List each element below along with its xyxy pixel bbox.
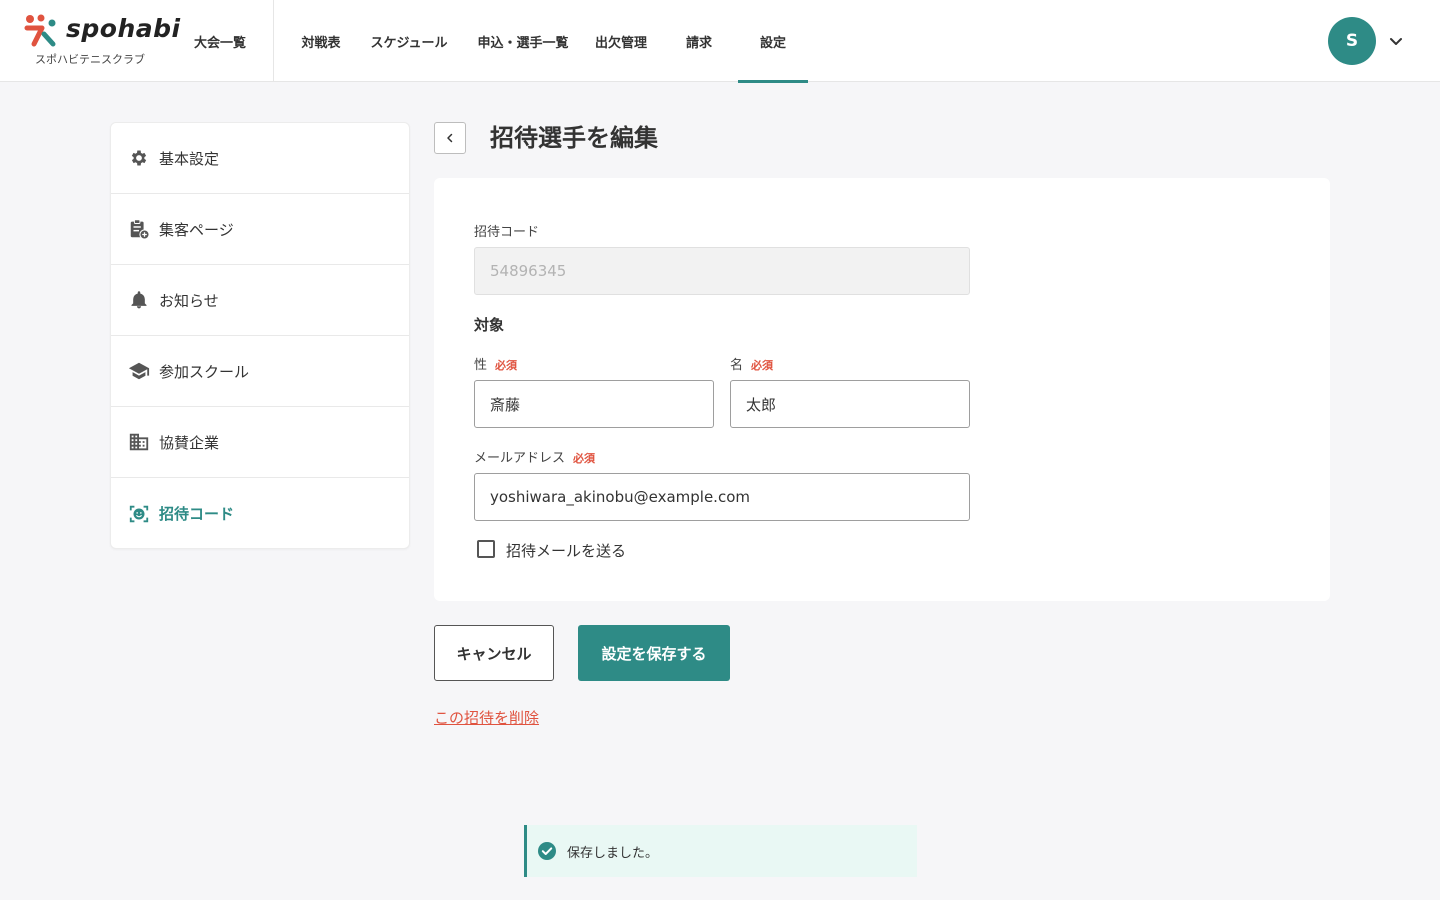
required-badge: 必須 — [495, 359, 518, 372]
cancel-button[interactable]: キャンセル — [434, 625, 554, 681]
sidebar-item-sponsors[interactable]: 協賛企業 — [111, 407, 409, 478]
clipboard-add-icon — [128, 218, 150, 240]
sidebar-item-label: 招待コード — [159, 505, 235, 523]
sidebar-item-label: 基本設定 — [159, 149, 220, 168]
delete-invite-link[interactable]: この招待を削除 — [434, 707, 539, 728]
sidebar-item-invite-code[interactable]: 招待コード — [111, 478, 409, 549]
nav-item-attendance[interactable]: 出欠管理 — [582, 0, 660, 82]
invite-code-label: 招待コード — [474, 225, 540, 240]
bell-icon — [128, 289, 150, 311]
last-name-label: 性必須 — [474, 354, 517, 373]
page-title: 招待選手を編集 — [490, 124, 658, 152]
edit-invite-form: 招待コード 54896345 対象 性必須 斎藤 名必須 太郎 メールアドレス必… — [434, 178, 1330, 601]
nav-item-billing[interactable]: 請求 — [660, 0, 738, 82]
invite-code-field: 54896345 — [474, 247, 970, 295]
building-icon — [128, 431, 150, 453]
logo-text: spohabi — [66, 14, 181, 43]
nav-item-bracket[interactable]: 対戦表 — [288, 0, 354, 82]
last-name-field[interactable]: 斎藤 — [474, 380, 714, 428]
club-name: スポハビテニスクラブ — [35, 53, 145, 66]
target-heading: 対象 — [474, 316, 505, 334]
avatar[interactable]: S — [1328, 17, 1376, 65]
first-name-field[interactable]: 太郎 — [730, 380, 970, 428]
email-label: メールアドレス 必須 — [474, 447, 595, 466]
sidebar-item-schools[interactable]: 参加スクール — [111, 336, 409, 407]
sidebar-item-label: 協賛企業 — [159, 433, 220, 452]
nav-item-entries[interactable]: 申込・選手一覧 — [464, 0, 582, 82]
first-name-label-text: 名 — [730, 358, 744, 373]
chevron-left-icon — [447, 133, 453, 143]
sidebar-item-landing-page[interactable]: 集客ページ — [111, 194, 409, 265]
logo-mark-icon — [24, 14, 56, 47]
logo[interactable]: spohabi スポハビテニスクラブ — [24, 14, 180, 70]
required-badge: 必須 — [751, 359, 774, 372]
sidebar-item-notices[interactable]: お知らせ — [111, 265, 409, 336]
face-scan-icon — [128, 503, 150, 525]
nav-item-tournaments[interactable]: 大会一覧 — [186, 0, 274, 82]
chevron-down-icon[interactable] — [1388, 33, 1404, 49]
send-mail-checkbox[interactable] — [477, 540, 495, 558]
gear-icon — [128, 147, 150, 169]
send-mail-label[interactable]: 招待メールを送る — [506, 540, 626, 561]
graduation-cap-icon — [128, 360, 150, 382]
settings-sidebar: 基本設定 集客ページ お知らせ 参加スクール 協賛企業 招待コード — [110, 122, 410, 549]
nav-item-settings[interactable]: 設定 — [738, 0, 808, 83]
toast-message: 保存しました。 — [567, 845, 659, 861]
save-button[interactable]: 設定を保存する — [578, 625, 730, 681]
check-circle-icon — [538, 842, 556, 860]
top-header: spohabi スポハビテニスクラブ 大会一覧 対戦表 スケジュール 申込・選手… — [0, 0, 1440, 83]
email-label-text: メールアドレス — [474, 451, 566, 466]
sidebar-item-label: 参加スクール — [159, 362, 250, 381]
email-field[interactable]: yoshiwara_akinobu@example.com — [474, 473, 970, 521]
first-name-label: 名必須 — [730, 354, 773, 373]
main-nav: 対戦表 スケジュール 申込・選手一覧 出欠管理 請求 設定 — [288, 0, 808, 83]
last-name-label-text: 性 — [474, 358, 488, 373]
success-toast: 保存しました。 — [524, 825, 917, 877]
required-badge: 必須 — [573, 452, 596, 465]
sidebar-item-basic-settings[interactable]: 基本設定 — [111, 123, 409, 194]
back-button[interactable] — [434, 122, 466, 154]
sidebar-item-label: 集客ページ — [159, 220, 234, 239]
sidebar-item-label: お知らせ — [159, 291, 219, 310]
nav-item-schedule[interactable]: スケジュール — [354, 0, 464, 82]
